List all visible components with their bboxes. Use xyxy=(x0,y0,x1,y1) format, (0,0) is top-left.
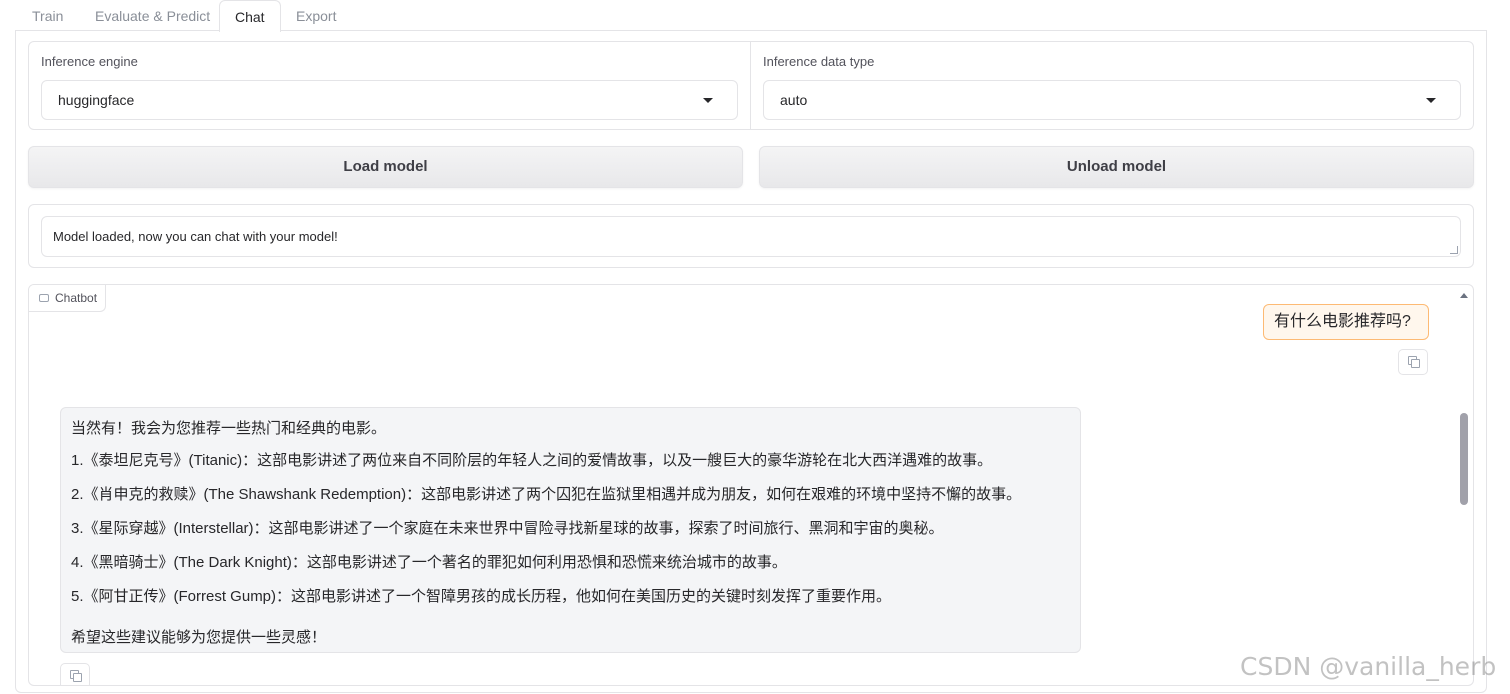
inference-engine-block: Inference engine huggingface xyxy=(28,41,751,130)
tab-evaluate-predict[interactable]: Evaluate & Predict xyxy=(95,0,210,32)
status-textbox[interactable]: Model loaded, now you can chat with your… xyxy=(41,216,1461,257)
caret-down-icon xyxy=(1426,98,1436,103)
unload-model-button[interactable]: Unload model xyxy=(759,146,1474,188)
load-model-button[interactable]: Load model xyxy=(28,146,743,188)
status-text: Model loaded, now you can chat with your… xyxy=(53,229,338,244)
bot-message-line: 4.《黑暗骑士》(The Dark Knight)：这部电影讲述了一个著名的罪犯… xyxy=(71,554,787,571)
bot-message-line: 5.《阿甘正传》(Forrest Gump)：这部电影讲述了一个智障男孩的成长历… xyxy=(71,588,892,605)
bot-message-line: 3.《星际穿越》(Interstellar)：这部电影讲述了一个家庭在未来世界中… xyxy=(71,520,944,537)
chatbot-label: Chatbot xyxy=(29,285,107,312)
tab-bar: Train Evaluate & Predict Chat Export xyxy=(16,0,1486,32)
bot-message-line: 希望这些建议能够为您提供一些灵感！ xyxy=(71,629,327,646)
copy-icon-front xyxy=(1411,359,1420,368)
inference-engine-value: huggingface xyxy=(58,92,135,108)
bot-message-line: 1.《泰坦尼克号》(Titanic)：这部电影讲述了两位来自不同阶层的年轻人之间… xyxy=(71,452,993,469)
status-block: Model loaded, now you can chat with your… xyxy=(28,204,1474,268)
tab-chat[interactable]: Chat xyxy=(219,0,281,32)
inference-dtype-label: Inference data type xyxy=(763,54,875,69)
scrollbar-thumb[interactable] xyxy=(1460,413,1468,505)
user-message: 有什么电影推荐吗? xyxy=(1263,304,1429,340)
tab-export[interactable]: Export xyxy=(296,0,336,32)
copy-user-message-button[interactable] xyxy=(1398,349,1428,375)
inference-dtype-select[interactable]: auto xyxy=(763,80,1461,120)
chatbot-label-text: Chatbot xyxy=(55,291,98,305)
scroll-up-arrow-icon[interactable] xyxy=(1460,293,1468,298)
bot-message-line: 当然有！我会为您推荐一些热门和经典的电影。 xyxy=(71,420,387,437)
bot-message: 当然有！我会为您推荐一些热门和经典的电影。 1.《泰坦尼克号》(Titanic)… xyxy=(60,407,1081,653)
watermark: CSDN @vanilla_herb xyxy=(1240,652,1497,681)
inference-engine-label: Inference engine xyxy=(41,54,138,69)
copy-icon-front xyxy=(73,673,82,682)
chat-scrollbar[interactable] xyxy=(1457,285,1471,685)
tab-train[interactable]: Train xyxy=(32,0,63,32)
inference-dtype-value: auto xyxy=(780,92,808,108)
inference-engine-select[interactable]: huggingface xyxy=(41,80,738,120)
bot-message-line: 2.《肖申克的救赎》(The Shawshank Redemption)：这部电… xyxy=(71,486,1022,503)
copy-bot-message-button[interactable] xyxy=(60,663,90,685)
chatbot: Chatbot 有什么电影推荐吗? 当然有！我会为您推荐一些热门和经典的电影。 … xyxy=(28,284,1474,686)
caret-down-icon xyxy=(703,98,713,103)
resize-handle-icon[interactable] xyxy=(1450,246,1458,254)
inference-dtype-block: Inference data type auto xyxy=(750,41,1474,130)
chat-bubble-icon xyxy=(39,294,49,302)
